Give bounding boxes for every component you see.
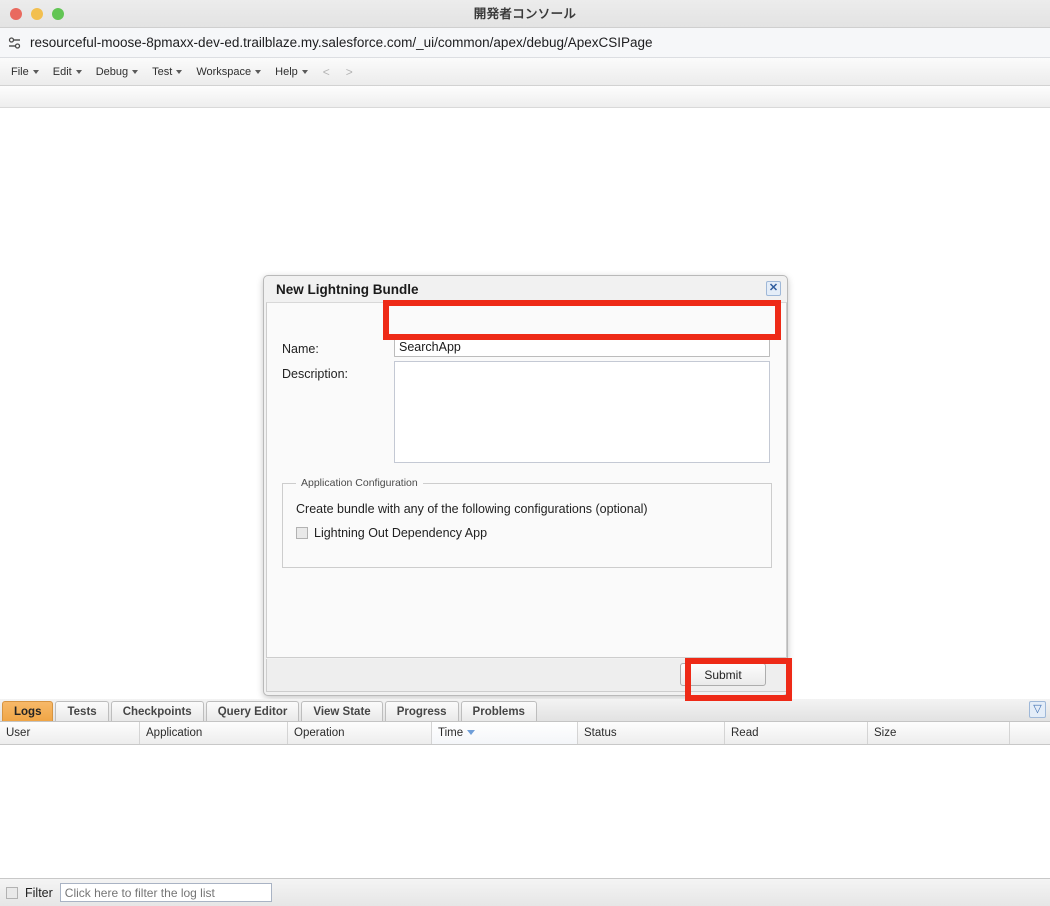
column-header-read[interactable]: Read (725, 722, 868, 744)
tab-progress[interactable]: Progress (384, 701, 459, 721)
menu-workspace-label: Workspace (196, 65, 252, 78)
close-icon[interactable]: ✕ (766, 281, 781, 296)
menu-test[interactable]: Test (145, 64, 189, 80)
workspace-tab-strip (0, 86, 1050, 108)
column-header-user[interactable]: User (0, 722, 140, 744)
developer-console-window: 開発者コンソール resourceful-moose-8pmaxx-dev-ed… (0, 0, 1050, 906)
name-label: Name: (282, 342, 319, 356)
submit-button[interactable]: Submit (680, 663, 766, 686)
chevron-down-icon (176, 69, 183, 74)
menu-help-label: Help (275, 65, 298, 78)
lightning-out-dependency-app-checkbox[interactable] (296, 527, 308, 539)
log-table-header: User Application Operation Time Status R… (0, 722, 1050, 745)
browser-url-bar[interactable]: resourceful-moose-8pmaxx-dev-ed.trailbla… (0, 28, 1050, 58)
column-header-application[interactable]: Application (140, 722, 288, 744)
chevron-down-icon (32, 69, 39, 74)
window-title: 開発者コンソール (473, 7, 577, 21)
menu-test-label: Test (152, 65, 173, 78)
description-label: Description: (282, 367, 348, 381)
bottom-panel: Logs Tests Checkpoints Query Editor View… (0, 699, 1050, 906)
log-filter-bar: Filter (0, 878, 1050, 906)
sort-descending-icon (467, 730, 476, 736)
tab-checkpoints[interactable]: Checkpoints (110, 701, 204, 721)
chevron-double-down-icon[interactable]: ▽ (1029, 701, 1046, 718)
filter-enable-checkbox[interactable] (6, 886, 18, 899)
chevron-down-icon (301, 69, 308, 74)
nav-back-button[interactable]: < (315, 63, 338, 81)
dialog-body: Name: Description: Application Configura… (266, 302, 787, 658)
menu-file[interactable]: File (4, 64, 46, 80)
column-header-time-label: Time (438, 727, 464, 739)
new-lightning-bundle-dialog: New Lightning Bundle ✕ Name: Description… (263, 275, 788, 696)
menu-debug[interactable]: Debug (89, 64, 145, 80)
menu-workspace[interactable]: Workspace (189, 64, 268, 80)
chevron-down-icon (255, 69, 262, 74)
bundle-name-input[interactable] (394, 336, 770, 357)
column-header-spacer (1010, 722, 1050, 744)
column-header-operation[interactable]: Operation (288, 722, 432, 744)
tab-logs[interactable]: Logs (2, 701, 54, 721)
window-titlebar: 開発者コンソール (0, 0, 1050, 28)
url-text[interactable]: resourceful-moose-8pmaxx-dev-ed.trailbla… (30, 28, 653, 58)
dialog-footer: Submit (266, 659, 787, 692)
dialog-title: New Lightning Bundle (276, 282, 419, 297)
menu-file-label: File (11, 65, 29, 78)
chevron-down-icon (132, 69, 139, 74)
menu-edit[interactable]: Edit (46, 64, 89, 80)
column-header-size[interactable]: Size (868, 722, 1010, 744)
fieldset-legend: Application Configuration (296, 477, 423, 489)
log-table-body[interactable] (0, 745, 1050, 878)
lightning-out-dependency-app-label: Lightning Out Dependency App (314, 526, 488, 540)
bottom-panel-tabs: Logs Tests Checkpoints Query Editor View… (0, 699, 1050, 722)
filter-label: Filter (25, 885, 53, 900)
lightning-out-dependency-app-row[interactable]: Lightning Out Dependency App (296, 526, 487, 540)
tab-problems[interactable]: Problems (460, 701, 537, 721)
column-header-status[interactable]: Status (578, 722, 725, 744)
column-header-time[interactable]: Time (432, 722, 578, 744)
nav-forward-button[interactable]: > (338, 63, 361, 81)
tab-query-editor[interactable]: Query Editor (205, 701, 300, 721)
site-settings-icon[interactable] (7, 35, 23, 51)
filter-input[interactable] (59, 883, 272, 902)
tab-tests[interactable]: Tests (55, 701, 109, 721)
tab-view-state[interactable]: View State (301, 701, 383, 721)
bundle-description-input[interactable] (394, 361, 770, 463)
console-menubar: File Edit Debug Test Workspace Help < > (0, 58, 1050, 86)
fieldset-description: Create bundle with any of the following … (296, 502, 648, 516)
application-configuration-fieldset: Application Configuration Create bundle … (282, 477, 772, 568)
chevron-down-icon (75, 69, 82, 74)
menu-help[interactable]: Help (268, 64, 315, 80)
menu-debug-label: Debug (95, 65, 129, 78)
menu-edit-label: Edit (52, 65, 72, 78)
